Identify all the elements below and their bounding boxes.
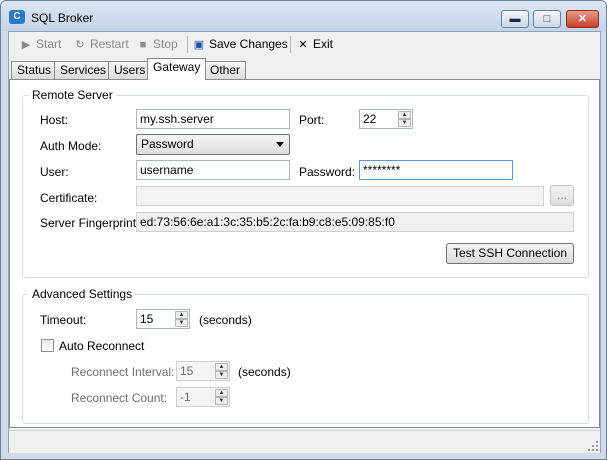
- spin-up-icon[interactable]: ▲: [215, 363, 228, 371]
- exit-button[interactable]: ✕ Exit: [296, 36, 333, 52]
- reconnect-interval-stepper[interactable]: 15 ▲ ▼: [176, 361, 230, 381]
- exit-label: Exit: [313, 37, 334, 51]
- user-label: User:: [40, 165, 69, 179]
- stop-label: Stop: [153, 37, 178, 51]
- interval-spin-buttons[interactable]: ▲ ▼: [215, 363, 228, 379]
- restart-label: Restart: [90, 37, 129, 51]
- password-input[interactable]: ********: [359, 160, 513, 180]
- auto-reconnect-label[interactable]: Auto Reconnect: [59, 339, 144, 353]
- port-spin-buttons[interactable]: ▲ ▼: [398, 111, 411, 127]
- start-button[interactable]: ▶ Start: [19, 36, 62, 52]
- spin-up-icon[interactable]: ▲: [398, 111, 411, 119]
- stop-button[interactable]: ■ Stop: [136, 36, 178, 52]
- chevron-down-icon: [276, 142, 284, 147]
- tab-gateway[interactable]: Gateway: [147, 58, 207, 80]
- toolbar-separator: [187, 36, 188, 53]
- play-icon: ▶: [21, 39, 31, 51]
- auth-mode-dropdown[interactable]: Password: [136, 134, 290, 155]
- remote-server-group: Remote Server Host: my.ssh.server Port: …: [22, 88, 589, 278]
- save-changes-button[interactable]: ▣ Save Changes: [192, 36, 288, 52]
- timeout-unit: (seconds): [199, 313, 252, 327]
- tab-services[interactable]: Services: [54, 61, 113, 79]
- fingerprint-label: Server Fingerprint:: [40, 216, 140, 230]
- advanced-settings-title: Advanced Settings: [29, 287, 136, 301]
- title-bar[interactable]: C SQL Broker ▬ □ ✕: [1, 1, 606, 31]
- spin-up-icon[interactable]: ▲: [175, 311, 188, 319]
- certificate-label: Certificate:: [40, 191, 98, 205]
- maximize-button[interactable]: □: [533, 10, 561, 28]
- certificate-input[interactable]: [136, 186, 544, 206]
- tab-status[interactable]: Status: [11, 61, 58, 79]
- auth-mode-label: Auth Mode:: [40, 139, 102, 153]
- remote-server-title: Remote Server: [29, 88, 116, 102]
- save-icon: ▣: [193, 39, 205, 51]
- spin-down-icon[interactable]: ▼: [175, 319, 188, 327]
- timeout-spin-buttons[interactable]: ▲ ▼: [175, 311, 188, 327]
- test-ssh-connection-button[interactable]: Test SSH Connection: [446, 243, 574, 264]
- password-label: Password:: [299, 165, 356, 179]
- auto-reconnect-checkbox[interactable]: [41, 339, 54, 352]
- count-spin-buttons[interactable]: ▲ ▼: [215, 389, 228, 405]
- reconnect-interval-value: 15: [180, 364, 194, 378]
- auth-mode-value: Password: [141, 137, 194, 151]
- window-title: SQL Broker: [31, 11, 94, 25]
- browse-certificate-button[interactable]: ...: [550, 185, 574, 206]
- host-label: Host:: [40, 113, 69, 127]
- timeout-value: 15: [140, 312, 154, 326]
- restart-button[interactable]: ↻ Restart: [73, 36, 129, 52]
- minimize-button[interactable]: ▬: [501, 10, 529, 28]
- toolbar-separator: [290, 36, 291, 53]
- app-icon: C: [9, 10, 25, 24]
- tab-other[interactable]: Other: [204, 61, 247, 79]
- spin-up-icon[interactable]: ▲: [215, 389, 228, 397]
- resize-grip-icon[interactable]: [588, 441, 598, 451]
- main-window: C SQL Broker ▬ □ ✕ ▶ Start ↻ Restart ■ Stop…: [0, 0, 607, 460]
- reconnect-count-label: Reconnect Count:: [71, 391, 168, 405]
- reconnect-count-stepper[interactable]: -1 ▲ ▼: [176, 387, 230, 407]
- close-button[interactable]: ✕: [566, 10, 599, 28]
- spin-down-icon[interactable]: ▼: [215, 397, 228, 405]
- status-bar: [9, 430, 600, 453]
- port-value: 22: [363, 112, 377, 126]
- reconnect-interval-label: Reconnect Interval:: [71, 365, 175, 379]
- port-label: Port:: [299, 113, 325, 127]
- gateway-panel: Remote Server Host: my.ssh.server Port: …: [9, 79, 600, 428]
- spin-down-icon[interactable]: ▼: [215, 371, 228, 379]
- tab-users[interactable]: Users: [108, 61, 152, 79]
- reconnect-count-value: -1: [180, 390, 191, 404]
- tab-strip: Status Services Users Gateway Other: [9, 58, 600, 80]
- close-icon: ✕: [298, 39, 308, 51]
- port-stepper[interactable]: 22 ▲ ▼: [359, 109, 413, 129]
- client-area: ▶ Start ↻ Restart ■ Stop ▣ Save Changes ✕ Exi…: [8, 31, 601, 453]
- advanced-settings-group: Advanced Settings Timeout: 15 ▲ ▼ (secon…: [22, 287, 589, 424]
- host-input[interactable]: my.ssh.server: [136, 109, 290, 129]
- save-label: Save Changes: [209, 37, 288, 51]
- user-input[interactable]: username: [136, 160, 290, 180]
- fingerprint-field[interactable]: ed:73:56:6e:a1:3c:35:b5:2c:fa:b9:c8:e5:0…: [136, 212, 574, 232]
- toolbar: ▶ Start ↻ Restart ■ Stop ▣ Save Changes ✕ Exi…: [9, 32, 600, 56]
- timeout-stepper[interactable]: 15 ▲ ▼: [136, 309, 190, 329]
- spin-down-icon[interactable]: ▼: [398, 119, 411, 127]
- timeout-label: Timeout:: [40, 313, 87, 327]
- start-label: Start: [36, 37, 62, 51]
- restart-icon: ↻: [75, 39, 85, 51]
- reconnect-interval-unit: (seconds): [238, 365, 291, 379]
- stop-icon: ■: [139, 39, 147, 51]
